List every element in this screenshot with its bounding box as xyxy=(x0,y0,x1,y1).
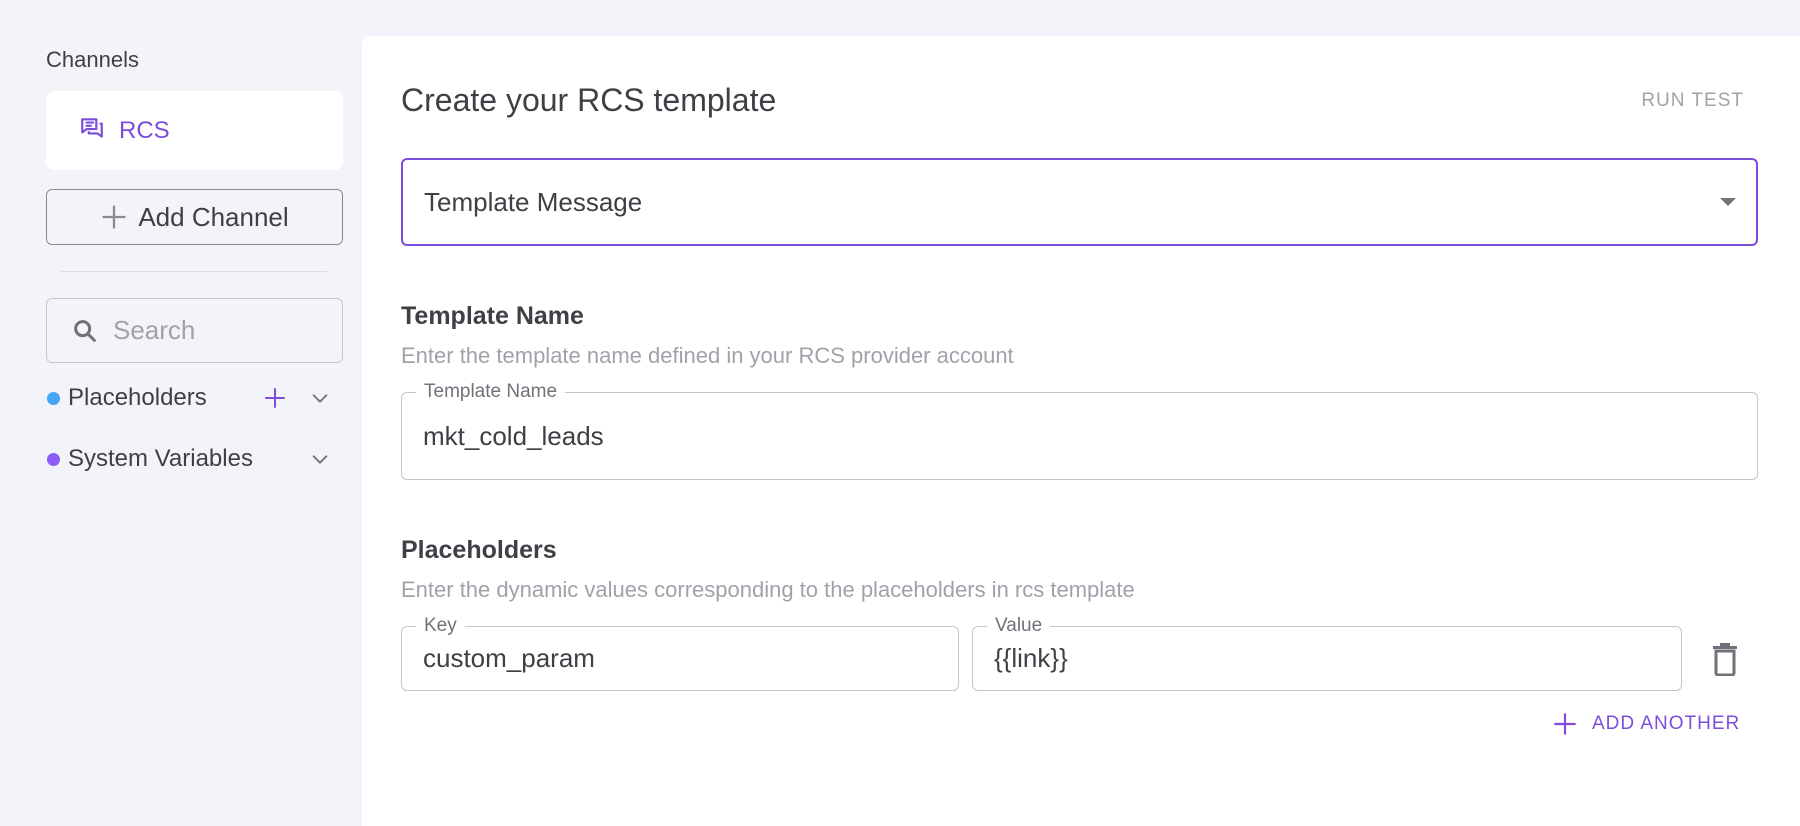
template-name-heading: Template Name xyxy=(401,302,584,330)
add-another-button[interactable]: ADD ANOTHER xyxy=(1552,711,1740,737)
add-another-label: ADD ANOTHER xyxy=(1592,713,1741,734)
placeholder-key-input[interactable] xyxy=(423,643,905,674)
dropdown-arrow-icon xyxy=(1720,198,1736,206)
template-name-description: Enter the template name defined in your … xyxy=(401,343,1014,368)
channel-item-rcs[interactable]: RCS xyxy=(46,91,343,170)
channels-heading: Channels xyxy=(46,47,139,72)
template-panel: Create your RCS template RUN TEST Templa… xyxy=(362,36,1800,826)
add-channel-button[interactable]: Add Channel xyxy=(46,189,343,245)
channel-item-label: RCS xyxy=(119,116,170,144)
system-variables-dot xyxy=(47,452,60,466)
plus-icon xyxy=(1552,711,1578,737)
variable-group-label: Placeholders xyxy=(68,384,207,411)
template-name-field-label: Template Name xyxy=(416,381,566,403)
plus-icon xyxy=(100,203,138,231)
sidebar: Channels RCS Add Channel Search Placehol… xyxy=(46,0,343,826)
chevron-down-icon[interactable] xyxy=(309,387,331,409)
run-test-button[interactable]: RUN TEST xyxy=(1641,90,1744,112)
template-name-field: Template Name xyxy=(401,381,1758,480)
placeholders-heading: Placeholders xyxy=(401,536,557,564)
search-icon xyxy=(71,317,99,345)
variable-group-system-variables[interactable]: System Variables xyxy=(46,441,343,477)
sidebar-divider xyxy=(61,271,327,272)
placeholder-value-input[interactable] xyxy=(994,643,1613,674)
template-name-input[interactable] xyxy=(423,420,1624,452)
add-channel-label: Add Channel xyxy=(138,201,289,232)
chat-bubble-icon xyxy=(79,115,105,146)
placeholders-dot xyxy=(47,391,60,405)
search-box xyxy=(46,298,343,363)
page-title: Create your RCS template xyxy=(401,82,777,118)
message-type-select[interactable]: Template Message xyxy=(401,158,1758,246)
placeholder-key-field: Key xyxy=(401,615,959,691)
variable-group-placeholders[interactable]: Placeholders xyxy=(46,380,343,416)
search-input[interactable] xyxy=(113,315,313,346)
plus-icon[interactable] xyxy=(263,386,287,410)
key-field-label: Key xyxy=(416,615,465,637)
message-type-value: Template Message xyxy=(424,186,643,217)
placeholders-description: Enter the dynamic values corresponding t… xyxy=(401,577,1135,602)
chevron-down-icon[interactable] xyxy=(309,448,331,470)
value-field-label: Value xyxy=(987,615,1051,637)
delete-icon[interactable] xyxy=(1711,642,1739,677)
variable-group-label: System Variables xyxy=(68,445,253,472)
placeholder-value-field: Value xyxy=(972,615,1682,691)
